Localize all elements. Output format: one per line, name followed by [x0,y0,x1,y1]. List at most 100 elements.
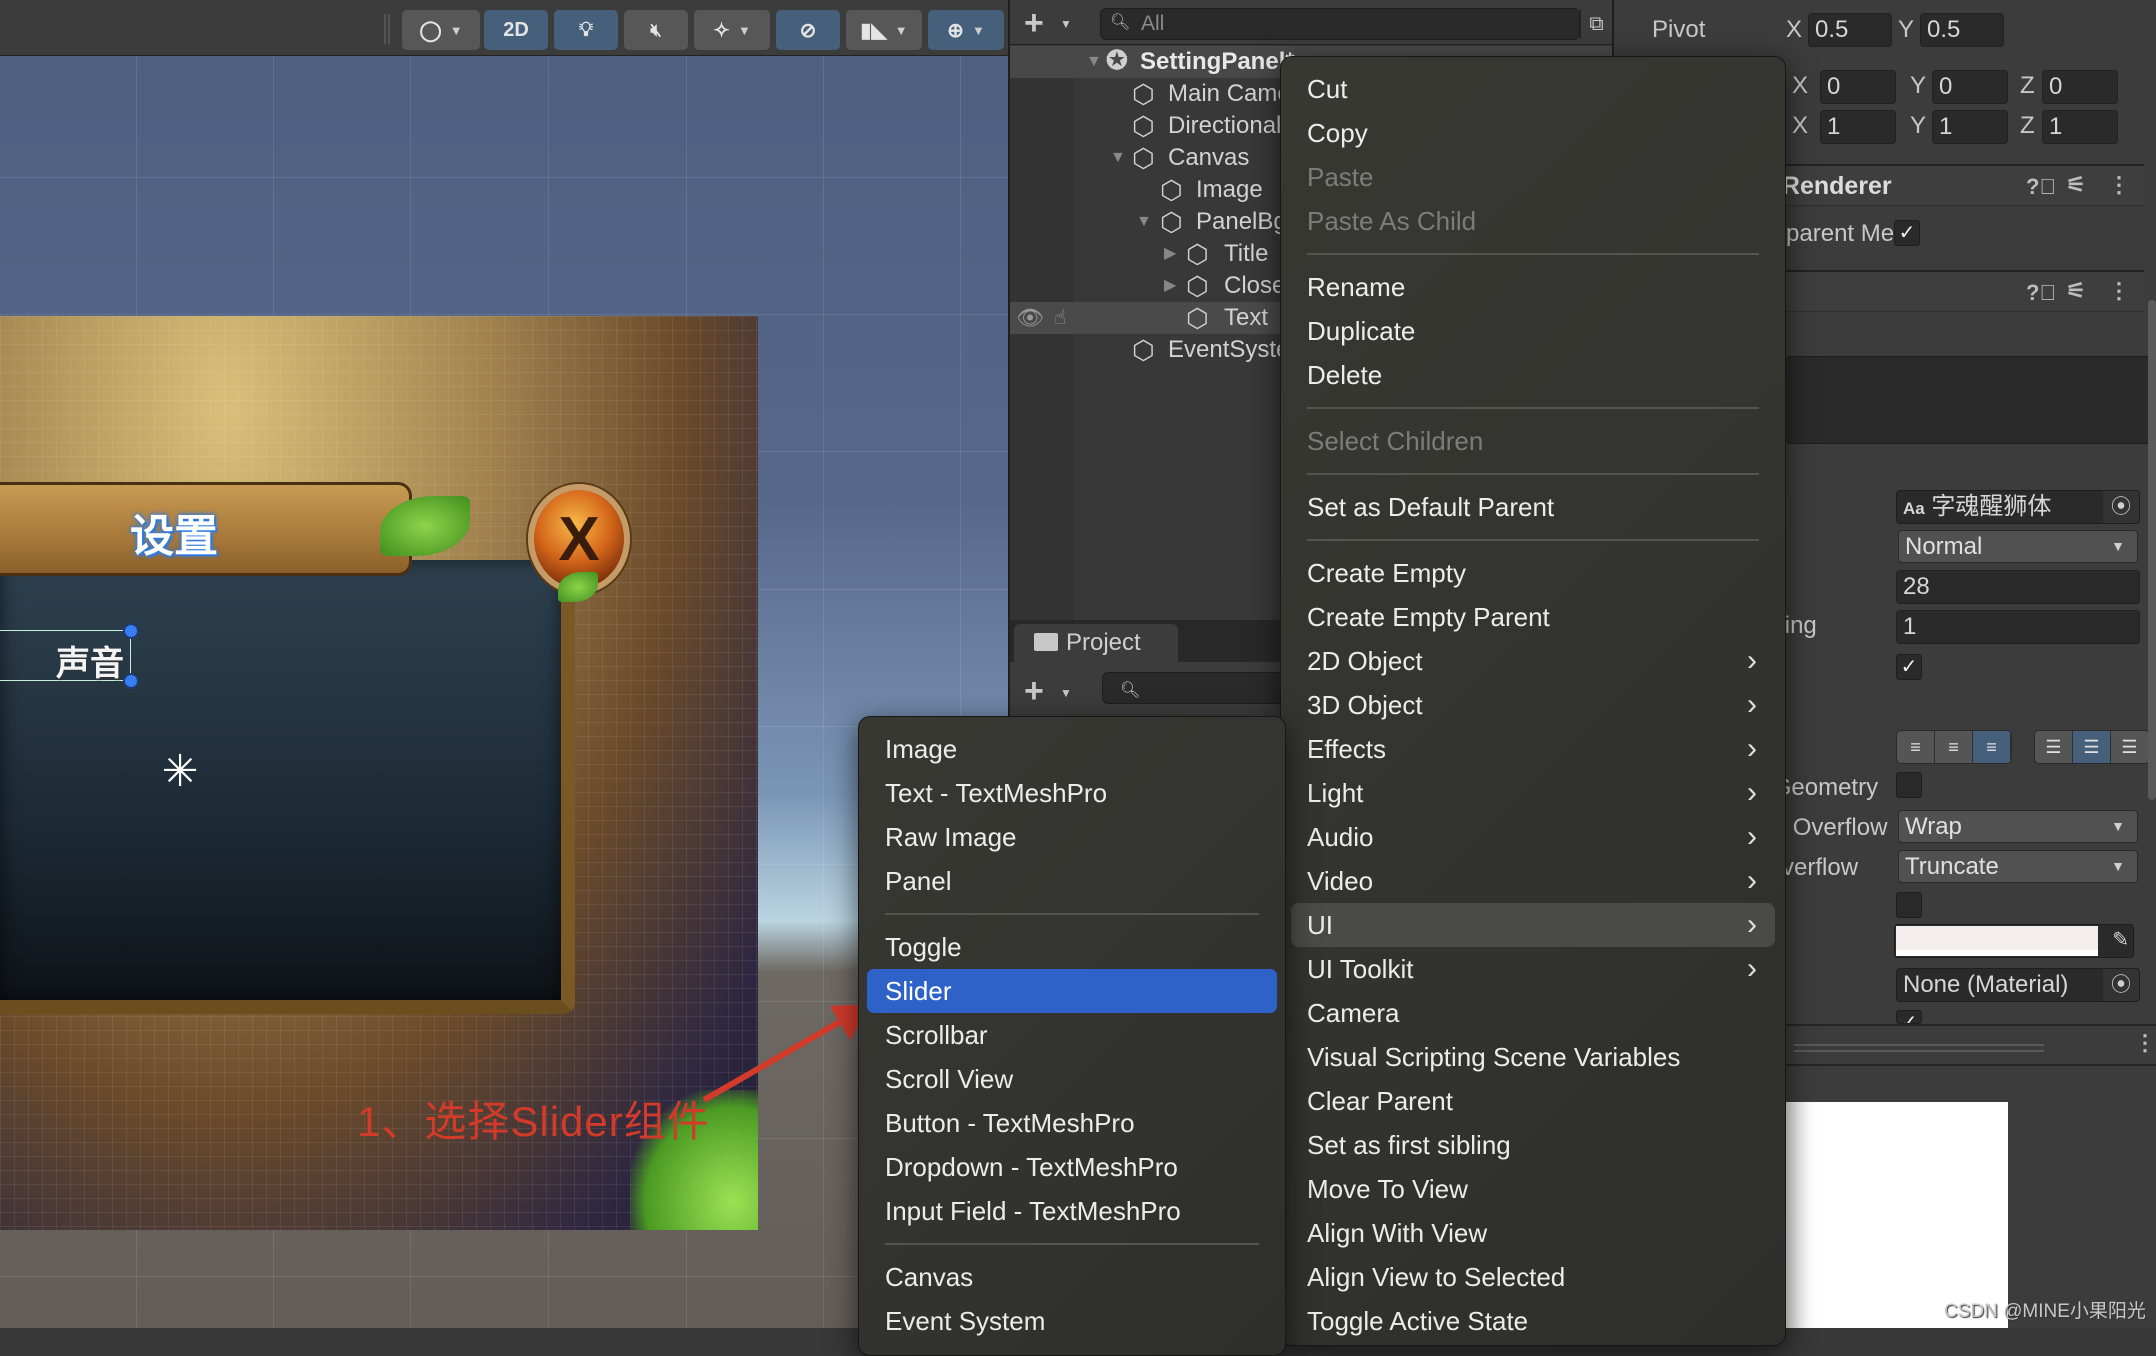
toolbar-grip[interactable] [384,14,390,44]
menu-item-clear-parent[interactable]: Clear Parent [1281,1079,1785,1123]
color-swatch[interactable] [1896,926,2098,956]
kebab-menu-icon[interactable]: ⋮ [2108,278,2130,304]
align-by-geometry-checkbox[interactable] [1896,772,1922,798]
shading-mode-button[interactable]: ◯ ▼ [402,10,480,50]
material-field[interactable]: None (Material) ⦿ [1896,968,2140,1002]
ui-menu-item-toggle[interactable]: Toggle [859,925,1285,969]
scale-y-field[interactable]: 1 [1932,110,2008,144]
expand-arrow-icon[interactable]: ▼ [1136,206,1152,238]
help-icon[interactable]: ?⃝ [2026,174,2056,200]
menu-item-light[interactable]: Light › [1281,771,1785,815]
effects-toggle-button[interactable]: ✧ ▼ [694,10,770,50]
menu-item-align-with-view[interactable]: Align With View [1281,1211,1785,1255]
expand-arrow-icon[interactable]: ▼ [1110,142,1126,174]
2d-toggle-button[interactable]: 2D [484,10,548,50]
menu-item-rename[interactable]: Rename [1281,265,1785,309]
ui-menu-item-scrollbar[interactable]: Scrollbar [859,1013,1285,1057]
font-style-dropdown[interactable]: Normal ▼ [1898,530,2138,563]
color-field[interactable]: ✎ [1894,924,2134,958]
ui-menu-item-slider[interactable]: Slider [867,969,1277,1013]
ui-menu-item-button-textmeshpro[interactable]: Button - TextMeshPro [859,1101,1285,1145]
menu-item-2d-object[interactable]: 2D Object › [1281,639,1785,683]
align-top-icon[interactable]: ☰ [2035,731,2073,763]
resize-handle[interactable] [123,673,139,689]
menu-item-create-empty-parent[interactable]: Create Empty Parent [1281,595,1785,639]
create-asset-button[interactable]: + [1024,674,1044,708]
hidden-objects-toggle-button[interactable]: ⊘ [776,10,840,50]
font-size-field[interactable]: 28 [1896,570,2140,604]
kebab-menu-icon[interactable]: ⋮ [2134,1030,2156,1056]
vertical-overflow-dropdown[interactable]: Truncate ▼ [1898,850,2138,883]
tab-project[interactable]: Project [1014,624,1178,662]
menu-item-effects[interactable]: Effects › [1281,727,1785,771]
align-middle-icon[interactable]: ☰ [2073,731,2111,763]
ui-menu-item-event-system[interactable]: Event System [859,1299,1285,1343]
text-content-field[interactable] [1784,356,2156,444]
menu-item-camera[interactable]: Camera [1281,991,1785,1035]
popout-icon[interactable]: ⧉ [1580,9,1612,39]
align-left-icon[interactable]: ≡ [1897,731,1935,763]
preset-sliders-icon[interactable]: ⚟ [2066,172,2086,198]
lighting-toggle-button[interactable]: 💡︎ [554,10,618,50]
audio-toggle-button[interactable]: 🔇︎ [624,10,688,50]
cull-transparent-checkbox[interactable]: ✓ [1894,220,1920,246]
menu-item-ui-toolkit[interactable]: UI Toolkit › [1281,947,1785,991]
collapse-arrow-icon[interactable]: ▶ [1164,238,1176,270]
scale-z-field[interactable]: 1 [2042,110,2118,144]
ui-menu-item-dropdown-textmeshpro[interactable]: Dropdown - TextMeshPro [859,1145,1285,1189]
ui-menu-item-canvas[interactable]: Canvas [859,1255,1285,1299]
menu-item-3d-object[interactable]: 3D Object › [1281,683,1785,727]
object-picker-icon[interactable]: ⦿ [2103,491,2139,523]
horizontal-overflow-dropdown[interactable]: Wrap ▼ [1898,810,2138,843]
visibility-eye-icon[interactable]: 👁︎ [1016,302,1044,334]
help-icon[interactable]: ?⃝ [2026,280,2056,306]
menu-item-visual-scripting-scene-variables[interactable]: Visual Scripting Scene Variables [1281,1035,1785,1079]
pivot-y-field[interactable]: 0.5 [1920,13,2004,47]
chevron-down-icon[interactable]: ▼ [1060,686,1072,700]
collapse-arrow-icon[interactable]: ▶ [1164,270,1176,302]
menu-item-align-view-to-selected[interactable]: Align View to Selected [1281,1255,1785,1299]
ui-menu-item-raw-image[interactable]: Raw Image [859,815,1285,859]
align-right-icon[interactable]: ≡ [1973,731,2011,763]
rotation-z-field[interactable]: 0 [2042,70,2118,104]
line-spacing-field[interactable]: 1 [1896,610,2140,644]
preset-sliders-icon[interactable]: ⚟ [2066,278,2086,304]
ui-menu-item-image[interactable]: Image [859,727,1285,771]
scene-view[interactable]: 设置 X 声音 ✳ 1、选择Slider组件 ◯ ▼ 2D 💡︎ 🔇︎ ✧ ▼ ⊘ … [0,0,1008,1328]
hierarchy-search-input[interactable]: All [1100,8,1580,40]
best-fit-checkbox[interactable] [1896,892,1922,918]
menu-item-video[interactable]: Video › [1281,859,1785,903]
pivot-x-field[interactable]: 0.5 [1808,13,1892,47]
camera-settings-button[interactable]: ▮◣ ▼ [846,10,922,50]
eyedropper-icon[interactable]: ✎ [2112,927,2129,952]
menu-item-move-to-view[interactable]: Move To View [1281,1167,1785,1211]
menu-item-delete[interactable]: Delete [1281,353,1785,397]
resize-handle[interactable] [123,623,139,639]
menu-item-ui[interactable]: UI › [1291,903,1775,947]
menu-item-create-empty[interactable]: Create Empty [1281,551,1785,595]
menu-item-copy[interactable]: Copy [1281,111,1785,155]
menu-item-audio[interactable]: Audio › [1281,815,1785,859]
font-field[interactable]: Aa 字魂醒狮体 ⦿ [1896,490,2140,524]
raycast-target-checkbox[interactable]: ✓ [1896,1010,1922,1024]
menu-item-toggle-active-state[interactable]: Toggle Active State [1281,1299,1785,1343]
rich-text-checkbox[interactable]: ✓ [1896,654,1922,680]
ui-menu-item-input-field-textmeshpro[interactable]: Input Field - TextMeshPro [859,1189,1285,1233]
align-bottom-icon[interactable]: ☰ [2111,731,2149,763]
menu-item-cut[interactable]: Cut [1281,67,1785,111]
align-center-icon[interactable]: ≡ [1935,731,1973,763]
object-picker-icon[interactable]: ⦿ [2103,969,2139,1001]
ui-menu-item-scroll-view[interactable]: Scroll View [859,1057,1285,1101]
pickable-hand-icon[interactable]: ☝︎ [1054,302,1066,334]
add-object-button[interactable]: + [1024,6,1044,40]
menu-item-set-as-default-parent[interactable]: Set as Default Parent [1281,485,1785,529]
menu-item-set-as-first-sibling[interactable]: Set as first sibling [1281,1123,1785,1167]
ui-menu-item-panel[interactable]: Panel [859,859,1285,903]
inspector-scrollbar[interactable] [2148,300,2156,800]
pivot-gizmo-icon[interactable]: ✳ [158,750,202,794]
rotation-y-field[interactable]: 0 [1932,70,2008,104]
sound-label-text[interactable]: 声音 [56,636,124,685]
expand-arrow-icon[interactable]: ▼ [1086,46,1102,78]
menu-item-duplicate[interactable]: Duplicate [1281,309,1785,353]
scale-x-field[interactable]: 1 [1820,110,1896,144]
